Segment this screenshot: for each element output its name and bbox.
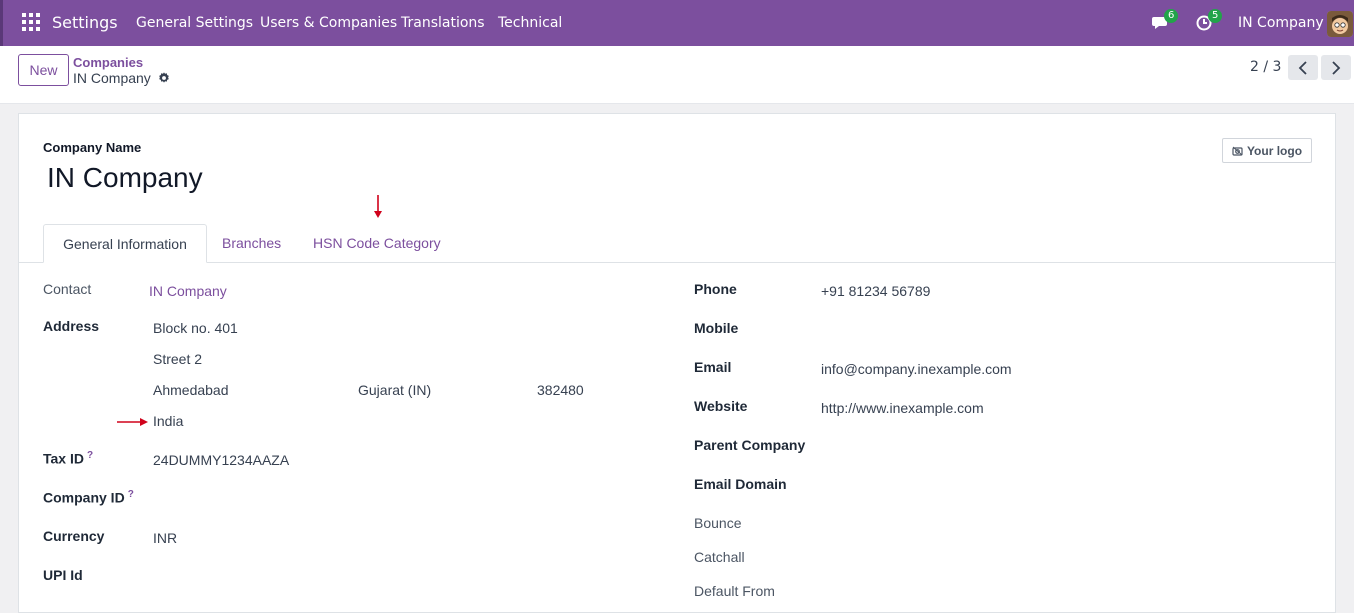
email-domain-field[interactable]: [821, 478, 1121, 496]
control-panel: New Companies IN Company 2 / 3: [0, 46, 1354, 104]
tax-id-label-text: Tax ID: [43, 450, 84, 467]
menu-translations[interactable]: Translations: [401, 15, 485, 31]
catchall-label: Catchall: [694, 549, 745, 565]
top-navbar: Settings General Settings Users & Compan…: [0, 0, 1354, 46]
pager-value[interactable]: 2 / 3: [1250, 59, 1281, 75]
menu-general-settings[interactable]: General Settings: [136, 15, 253, 31]
phone-label: Phone: [694, 281, 737, 297]
user-avatar[interactable]: [1327, 11, 1353, 37]
mobile-label: Mobile: [694, 320, 739, 336]
chevron-right-icon: [1332, 60, 1341, 75]
chevron-left-icon: [1298, 60, 1307, 75]
annotation-arrow-right-icon: [117, 418, 148, 426]
city-field[interactable]: Ahmedabad: [153, 382, 229, 398]
currency-label: Currency: [43, 528, 105, 544]
street2-field[interactable]: Street 2: [153, 351, 202, 367]
upi-id-field[interactable]: [153, 569, 353, 587]
tab-general-information[interactable]: General Information: [43, 224, 207, 263]
form-tabs: General Information Branches HSN Code Ca…: [19, 224, 1335, 263]
parent-company-field[interactable]: [821, 439, 1121, 457]
upi-id-label: UPI Id: [43, 567, 83, 583]
zip-field[interactable]: 382480: [537, 382, 584, 398]
company-id-label: Company ID?: [43, 489, 134, 506]
current-company-switcher[interactable]: IN Company: [1238, 15, 1324, 31]
annotation-arrow-down-icon: [374, 195, 382, 218]
apps-grid-icon[interactable]: [22, 13, 40, 31]
company-name-input[interactable]: IN Company: [47, 162, 203, 194]
pager-next-button[interactable]: [1321, 55, 1351, 80]
form-sheet: Company Name IN Company Your logo Genera…: [18, 113, 1336, 613]
pager-previous-button[interactable]: [1288, 55, 1318, 80]
breadcrumb-current: IN Company: [73, 70, 151, 86]
tax-id-label: Tax ID?: [43, 450, 93, 467]
website-field[interactable]: http://www.inexample.com: [821, 400, 984, 416]
tab-branches[interactable]: Branches: [222, 224, 281, 263]
tax-id-help-icon[interactable]: ?: [87, 450, 93, 461]
company-id-field[interactable]: [153, 491, 353, 509]
breadcrumb-companies-link[interactable]: Companies: [73, 55, 143, 70]
email-domain-label: Email Domain: [694, 476, 787, 492]
currency-field[interactable]: INR: [153, 530, 177, 546]
tab-hsn-code-category[interactable]: HSN Code Category: [313, 224, 441, 263]
menu-users-companies[interactable]: Users & Companies: [260, 15, 397, 31]
website-label: Website: [694, 398, 748, 414]
parent-company-label: Parent Company: [694, 437, 806, 453]
contact-link[interactable]: IN Company: [149, 283, 227, 299]
your-logo-label: Your logo: [1246, 143, 1303, 158]
activities-button[interactable]: 5: [1195, 9, 1223, 34]
new-button[interactable]: New: [18, 54, 69, 86]
camera-icon: [1232, 146, 1243, 156]
street-field[interactable]: Block no. 401: [153, 320, 238, 336]
menu-technical[interactable]: Technical: [498, 15, 562, 31]
bounce-label: Bounce: [694, 515, 742, 531]
gear-icon[interactable]: [157, 71, 171, 85]
mobile-field[interactable]: [821, 322, 1121, 340]
app-title[interactable]: Settings: [52, 13, 118, 32]
company-id-label-text: Company ID: [43, 489, 125, 506]
your-logo-button[interactable]: Your logo: [1222, 138, 1312, 163]
phone-field[interactable]: +91 81234 56789: [821, 283, 930, 299]
state-field[interactable]: Gujarat (IN): [358, 382, 431, 398]
email-field[interactable]: info@company.inexample.com: [821, 361, 1012, 377]
company-id-help-icon[interactable]: ?: [128, 489, 134, 500]
country-field[interactable]: India: [153, 413, 183, 429]
default-from-label: Default From: [694, 583, 775, 599]
tax-id-field[interactable]: 24DUMMY1234AAZA: [153, 452, 289, 468]
contact-label: Contact: [43, 281, 92, 297]
messages-badge: 6: [1164, 9, 1179, 23]
address-label: Address: [43, 318, 100, 334]
avatar-face-icon: [1327, 11, 1353, 37]
messages-button[interactable]: 6: [1151, 9, 1179, 34]
email-label: Email: [694, 359, 732, 375]
activities-badge: 5: [1208, 9, 1223, 23]
company-name-caption: Company Name: [43, 140, 142, 155]
